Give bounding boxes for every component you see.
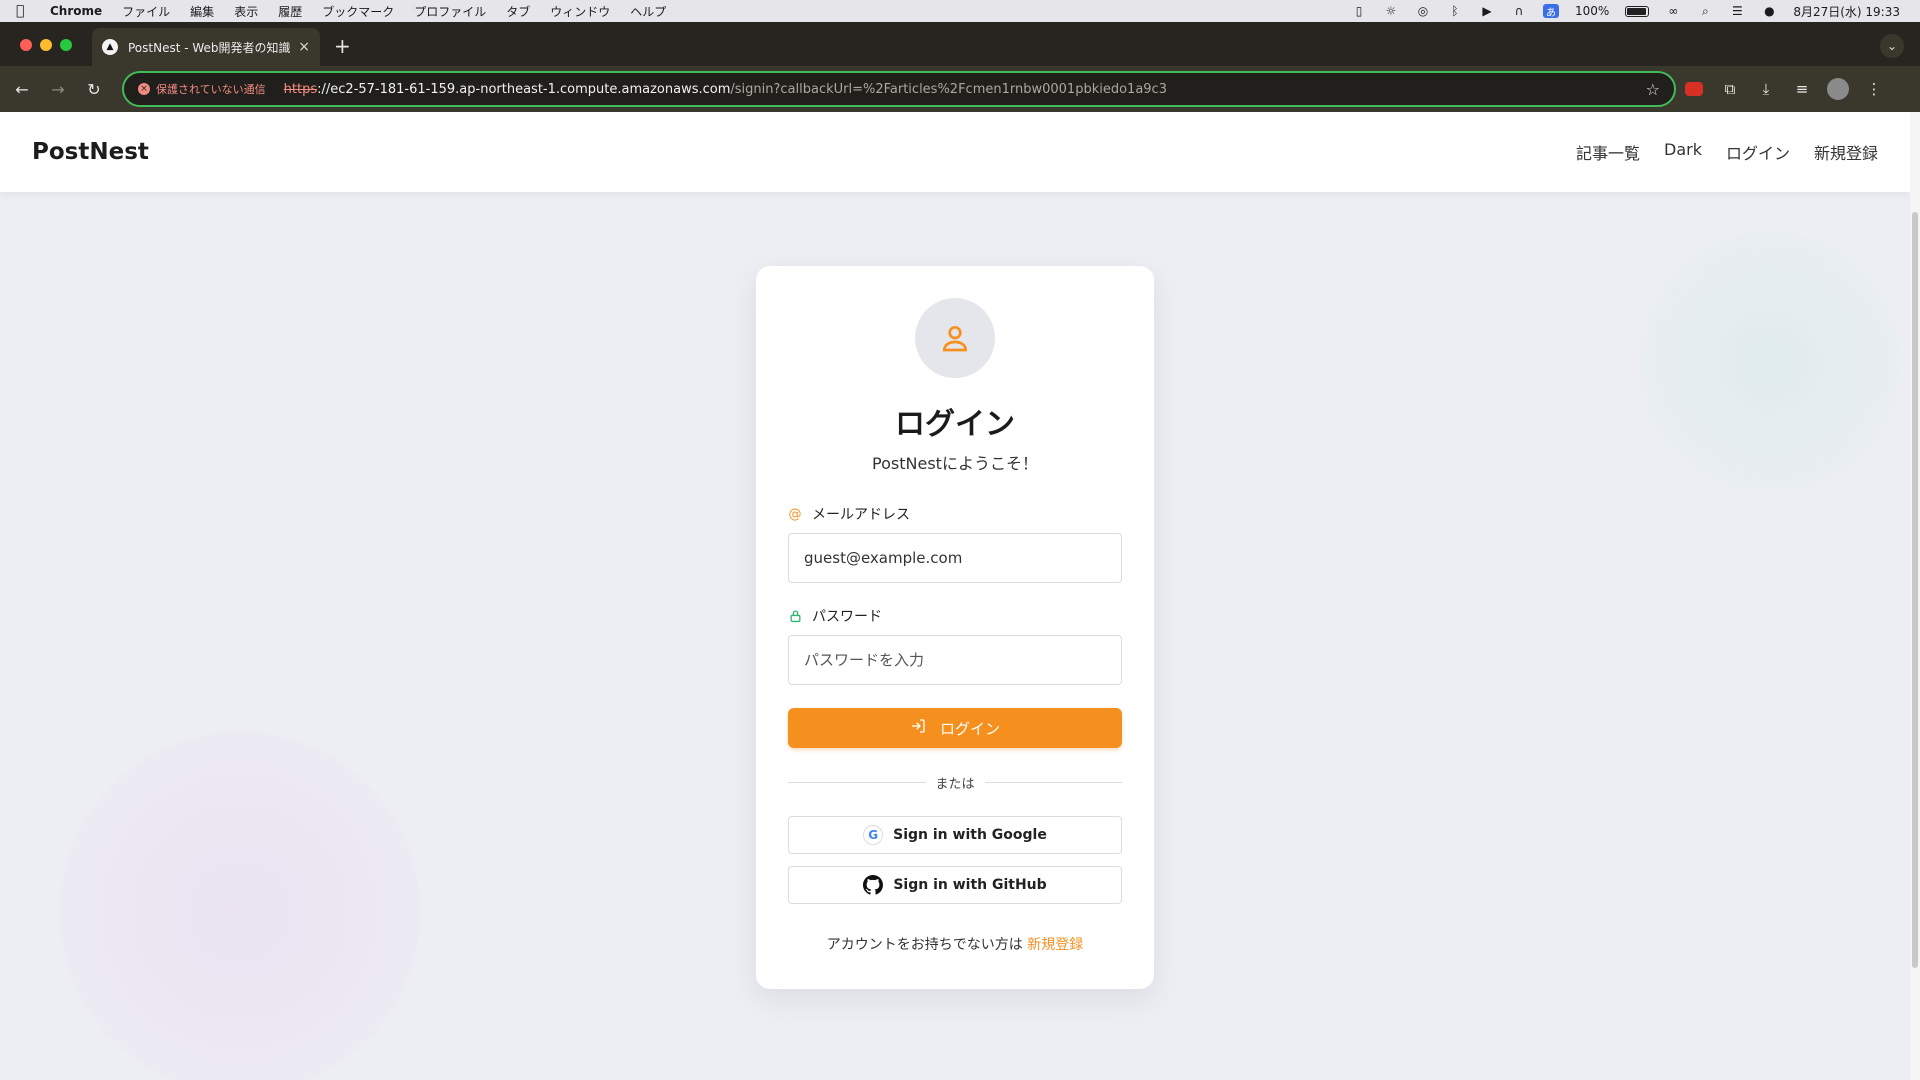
nav-login[interactable]: ログイン	[1726, 140, 1790, 164]
new-tab-icon[interactable]: +	[334, 34, 351, 58]
url-scheme: https	[283, 81, 318, 97]
or-divider: または	[788, 773, 1123, 792]
google-signin-button[interactable]: G Sign in with Google	[788, 816, 1122, 854]
battery-icon[interactable]	[1625, 5, 1650, 17]
tab-strip: ▲ PostNest - Web開発者の知識共 × + ⌄	[0, 22, 1920, 66]
status-area: ▯ ☼ ◎ ᛒ ▶ ∩ あ 100% ∞ ⌕ ☰ ● 8月27日(水) 19:3…	[1351, 3, 1900, 20]
menu-window[interactable]: ウィンドウ	[550, 3, 610, 20]
login-card: ログイン PostNestにようこそ！ @ メールアドレス パスワード	[756, 266, 1154, 989]
spiral-icon[interactable]: ◎	[1415, 4, 1431, 18]
user-avatar	[915, 298, 995, 378]
site-logo[interactable]: PostNest	[32, 139, 149, 165]
url-path: /signin?callbackUrl=%2Farticles%2Fcmen1r…	[730, 81, 1167, 97]
lock-icon	[788, 609, 802, 623]
login-button-label: ログイン	[939, 719, 1000, 738]
clock[interactable]: 8月27日(水) 19:33	[1793, 3, 1900, 20]
play-icon[interactable]: ▶	[1479, 4, 1495, 18]
headphones-icon[interactable]: ∩	[1511, 4, 1527, 18]
window-close-button[interactable]	[20, 39, 32, 51]
site-nav: 記事一覧 Dark ログイン 新規登録	[1576, 140, 1878, 164]
page-title: ログイン	[895, 407, 1015, 442]
tab-search-icon[interactable]: ⌄	[1880, 34, 1904, 58]
window-minimize-button[interactable]	[40, 39, 52, 51]
bookmark-star-icon[interactable]: ☆	[1646, 80, 1660, 99]
siri-icon[interactable]: ●	[1761, 4, 1777, 18]
nav-signup[interactable]: 新規登録	[1814, 140, 1878, 164]
divider-line-left	[788, 782, 926, 783]
forward-icon[interactable]: →	[40, 80, 76, 99]
divider-text: または	[935, 777, 975, 792]
page-scrollbar[interactable]	[1910, 112, 1920, 1080]
signup-link[interactable]: 新規登録	[1027, 937, 1083, 953]
menu-kebab-icon[interactable]: ⋮	[1856, 80, 1892, 98]
triangle-favicon-icon: ▲	[102, 39, 118, 55]
tab-active[interactable]: ▲ PostNest - Web開発者の知識共 ×	[92, 28, 320, 66]
menu-view[interactable]: 表示	[234, 3, 258, 20]
menu-tab[interactable]: タブ	[506, 3, 530, 20]
nav-dark-toggle[interactable]: Dark	[1664, 140, 1702, 164]
extensions-puzzle-icon[interactable]: ⧉	[1712, 80, 1748, 98]
profile-avatar-icon[interactable]	[1827, 78, 1849, 100]
security-indicator[interactable]: × 保護されていない通信	[138, 81, 266, 97]
email-field[interactable]	[788, 533, 1122, 583]
menu-help[interactable]: ヘルプ	[630, 3, 666, 20]
at-sign-icon: @	[788, 506, 802, 522]
address-bar[interactable]: × 保護されていない通信 https://ec2-57-181-61-159.a…	[122, 71, 1676, 107]
menu-file[interactable]: ファイル	[122, 3, 170, 20]
extension-red-icon[interactable]	[1685, 82, 1703, 96]
user-icon	[942, 326, 968, 352]
tab-close-icon[interactable]: ×	[298, 39, 310, 55]
email-label: @ メールアドレス	[788, 504, 911, 524]
window-zoom-button[interactable]	[60, 39, 72, 51]
browser-toolbar: ← → ↻ × 保護されていない通信 https://ec2-57-181-61…	[0, 66, 1920, 112]
document-icon[interactable]: ▯	[1351, 4, 1367, 18]
macos-menu-bar:  Chrome ファイル 編集 表示 履歴 ブックマーク プロファイル タブ …	[0, 0, 1920, 22]
tab-title: PostNest - Web開発者の知識共	[128, 40, 291, 55]
password-label-text: パスワード	[812, 609, 882, 625]
divider-line-right	[984, 782, 1123, 783]
signup-prompt-text: アカウントをお持ちでない方は	[826, 937, 1023, 953]
back-icon[interactable]: ←	[4, 80, 40, 99]
sign-in-icon	[910, 718, 926, 738]
battery-percent: 100%	[1575, 4, 1610, 18]
bluetooth-icon[interactable]: ᛒ	[1447, 4, 1463, 18]
page-viewport: PostNest 記事一覧 Dark ログイン 新規登録 ログイン PostNe…	[0, 112, 1920, 1080]
control-center-icon[interactable]: ☰	[1729, 4, 1745, 18]
menu-bookmarks[interactable]: ブックマーク	[322, 3, 394, 20]
github-icon	[863, 875, 884, 895]
security-label: 保護されていない通信	[156, 83, 266, 96]
email-label-text: メールアドレス	[812, 507, 910, 523]
google-button-label: Sign in with Google	[893, 827, 1047, 843]
scrollbar-thumb[interactable]	[1912, 212, 1918, 968]
search-icon[interactable]: ⌕	[1697, 4, 1713, 18]
apple-icon[interactable]: 	[16, 3, 38, 19]
github-button-label: Sign in with GitHub	[893, 877, 1047, 893]
site-header: PostNest 記事一覧 Dark ログイン 新規登録	[0, 112, 1910, 192]
nav-articles[interactable]: 記事一覧	[1576, 140, 1640, 164]
menu-edit[interactable]: 編集	[190, 3, 214, 20]
menu-app-name[interactable]: Chrome	[50, 4, 102, 18]
link-icon[interactable]: ∞	[1665, 4, 1681, 18]
brightness-icon[interactable]: ☼	[1383, 4, 1399, 18]
media-controls-icon[interactable]: ≡	[1784, 80, 1820, 98]
github-signin-button[interactable]: Sign in with GitHub	[788, 866, 1122, 904]
menu-history[interactable]: 履歴	[278, 3, 302, 20]
input-method-icon[interactable]: あ	[1543, 4, 1560, 19]
menu-profiles[interactable]: プロファイル	[414, 3, 486, 20]
reload-icon[interactable]: ↻	[76, 80, 112, 99]
password-field[interactable]	[788, 635, 1122, 685]
password-label: パスワード	[788, 606, 882, 626]
welcome-subtitle: PostNestにようこそ！	[872, 454, 1038, 473]
signup-prompt: アカウントをお持ちでない方は 新規登録	[756, 934, 1154, 954]
google-icon: G	[863, 825, 884, 845]
warning-icon: ×	[138, 83, 150, 95]
download-icon[interactable]: ⤓	[1748, 80, 1784, 98]
login-button[interactable]: ログイン	[788, 708, 1122, 748]
url-host: ://ec2-57-181-61-159.ap-northeast-1.comp…	[317, 81, 731, 97]
